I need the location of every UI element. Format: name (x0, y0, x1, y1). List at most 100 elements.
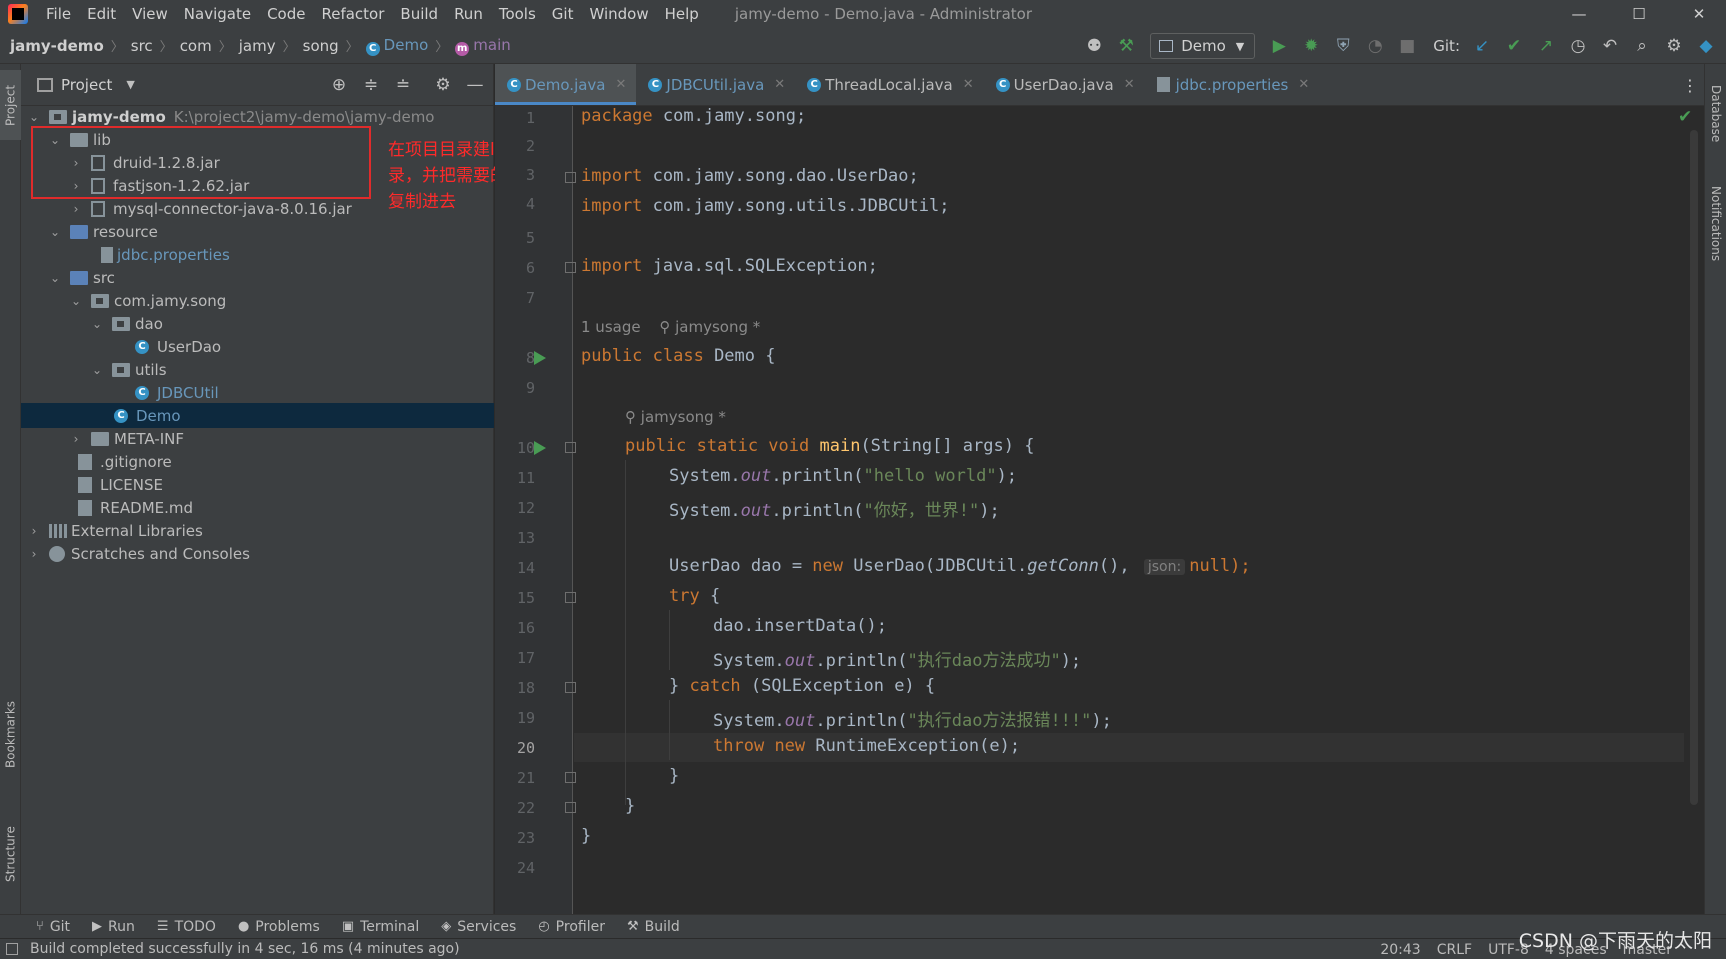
caret-position[interactable]: 20:43 (1380, 942, 1420, 958)
fold-marker-icon[interactable] (565, 772, 576, 783)
tree-item-package[interactable]: ⌄ utils (21, 357, 494, 382)
run-tool-button[interactable]: ▶ Run (92, 919, 135, 935)
tab-jdbcutil-java[interactable]: C JDBCUtil.java ✕ (636, 64, 795, 105)
menu-edit[interactable]: Edit (79, 0, 124, 28)
close-button[interactable]: ✕ (1676, 0, 1722, 28)
hide-panel-icon[interactable]: — (463, 73, 487, 97)
tab-userdao-java[interactable]: C UserDao.java ✕ (984, 64, 1145, 105)
menu-refactor[interactable]: Refactor (313, 0, 392, 28)
tree-item-package[interactable]: ⌄ com.jamy.song (21, 288, 494, 313)
tree-item-folder[interactable]: › META-INF (21, 426, 494, 451)
breadcrumb-class[interactable]: C Demo (362, 36, 433, 56)
project-tool-tab[interactable]: Project (0, 70, 21, 140)
build-hammer-icon[interactable]: ⚒ (1112, 32, 1140, 60)
structure-tool-tab[interactable]: Structure (0, 804, 21, 904)
menu-window[interactable]: Window (581, 0, 656, 28)
menu-build[interactable]: Build (392, 0, 446, 28)
tree-item-file[interactable]: README.md (21, 495, 494, 520)
rollback-icon[interactable]: ↶ (1596, 32, 1624, 60)
minimize-button[interactable]: — (1556, 0, 1602, 28)
close-icon[interactable]: ✕ (1124, 77, 1135, 92)
problems-tool-button[interactable]: ● Problems (238, 919, 320, 935)
breadcrumb-project[interactable]: jamy-demo (6, 37, 108, 55)
menu-run[interactable]: Run (446, 0, 491, 28)
tree-item-scratches[interactable]: › Scratches and Consoles (21, 541, 494, 566)
run-configuration-select[interactable]: Demo ▼ (1150, 33, 1256, 59)
search-icon[interactable]: ⌕ (1628, 32, 1656, 60)
fold-marker-icon[interactable] (565, 592, 576, 603)
breadcrumb-method[interactable]: m main (451, 36, 514, 56)
breadcrumb-src[interactable]: src (127, 37, 157, 55)
menu-help[interactable]: Help (657, 0, 707, 28)
database-tool-tab[interactable]: Database (1705, 74, 1726, 154)
run-icon[interactable]: ▶ (1265, 32, 1293, 60)
code-vision-hint[interactable]: 1 usage ⚲ jamysong * (581, 318, 760, 336)
tab-threadlocal-java[interactable]: C ThreadLocal.java ✕ (795, 64, 983, 105)
fold-marker-icon[interactable] (565, 682, 576, 693)
toggle-tool-windows-icon[interactable] (6, 943, 18, 955)
close-icon[interactable]: ✕ (963, 77, 974, 92)
stop-icon[interactable]: ■ (1393, 32, 1421, 60)
author-hint[interactable]: jamysong * (675, 318, 760, 336)
services-tool-button[interactable]: ◈ Services (441, 919, 516, 935)
close-icon[interactable]: ✕ (774, 77, 785, 92)
breadcrumb-song[interactable]: song (299, 37, 343, 55)
tree-item-package[interactable]: ⌄ dao (21, 311, 494, 336)
breadcrumb-jamy[interactable]: jamy (235, 37, 280, 55)
git-push-icon[interactable]: ↗ (1532, 32, 1560, 60)
tree-item-class-selected[interactable]: C Demo (21, 403, 494, 428)
settings-gear-icon[interactable]: ⚙ (431, 73, 455, 97)
git-tool-button[interactable]: ⑂ Git (36, 919, 70, 935)
tree-item-file[interactable]: jdbc.properties (21, 242, 494, 267)
bookmarks-tool-tab[interactable]: Bookmarks (0, 684, 21, 784)
tree-item-class[interactable]: C JDBCUtil (21, 380, 494, 405)
profiler-tool-button[interactable]: ◴ Profiler (538, 919, 605, 935)
tree-item-class[interactable]: C UserDao (21, 334, 494, 359)
editor-scrollbar[interactable] (1690, 130, 1698, 805)
todo-tool-button[interactable]: ☰ TODO (157, 919, 216, 935)
fold-marker-icon[interactable] (565, 802, 576, 813)
chevron-down-icon[interactable]: ▼ (126, 78, 134, 91)
tree-item-resource[interactable]: ⌄ resource (21, 219, 494, 244)
tree-item-file[interactable]: LICENSE (21, 472, 494, 497)
menu-navigate[interactable]: Navigate (176, 0, 259, 28)
status-message[interactable]: Build completed successfully in 4 sec, 1… (30, 941, 460, 957)
line-separator[interactable]: CRLF (1437, 942, 1472, 958)
menu-tools[interactable]: Tools (491, 0, 544, 28)
git-commit-icon[interactable]: ✔ (1500, 32, 1528, 60)
menu-file[interactable]: File (38, 0, 79, 28)
author-hint[interactable]: jamysong * (641, 408, 726, 426)
locate-file-icon[interactable]: ⊕ (327, 73, 351, 97)
user-icon[interactable]: ⚉ (1080, 32, 1108, 60)
collapse-all-icon[interactable]: ≐ (391, 73, 415, 97)
menu-view[interactable]: View (124, 0, 176, 28)
fold-marker-icon[interactable] (565, 262, 576, 273)
plugin-icon[interactable]: ◆ (1692, 32, 1720, 60)
tab-jdbc-properties[interactable]: jdbc.properties ✕ (1145, 64, 1320, 105)
history-icon[interactable]: ◷ (1564, 32, 1592, 60)
build-tool-button[interactable]: ⚒ Build (627, 919, 680, 935)
code-vision-hint[interactable]: ⚲ jamysong * (625, 408, 726, 426)
inspection-ok-icon[interactable]: ✔ (1678, 107, 1692, 127)
tab-demo-java[interactable]: C Demo.java ✕ (495, 64, 637, 105)
git-update-icon[interactable]: ↙ (1468, 32, 1496, 60)
run-gutter-icon[interactable] (534, 441, 546, 455)
terminal-tool-button[interactable]: ▣ Terminal (342, 919, 419, 935)
fold-marker-icon[interactable] (565, 172, 576, 183)
notifications-tool-tab[interactable]: Notifications (1705, 174, 1726, 274)
expand-all-icon[interactable]: ≑ (359, 73, 383, 97)
close-icon[interactable]: ✕ (616, 77, 627, 92)
debug-icon[interactable]: ✹ (1297, 32, 1325, 60)
project-panel-title[interactable]: Project (61, 76, 112, 94)
run-gutter-icon[interactable] (534, 351, 546, 365)
tree-item-file[interactable]: .gitignore (21, 449, 494, 474)
maximize-button[interactable]: ☐ (1616, 0, 1662, 28)
coverage-icon[interactable]: ⛨ (1329, 32, 1357, 60)
fold-marker-icon[interactable] (565, 442, 576, 453)
settings-gear-icon[interactable]: ⚙ (1660, 32, 1688, 60)
tree-item-external-libraries[interactable]: › External Libraries (21, 518, 494, 543)
menu-code[interactable]: Code (259, 0, 313, 28)
close-icon[interactable]: ✕ (1298, 77, 1309, 92)
more-tabs-icon[interactable]: ⋮ (1682, 76, 1698, 95)
menu-git[interactable]: Git (544, 0, 582, 28)
